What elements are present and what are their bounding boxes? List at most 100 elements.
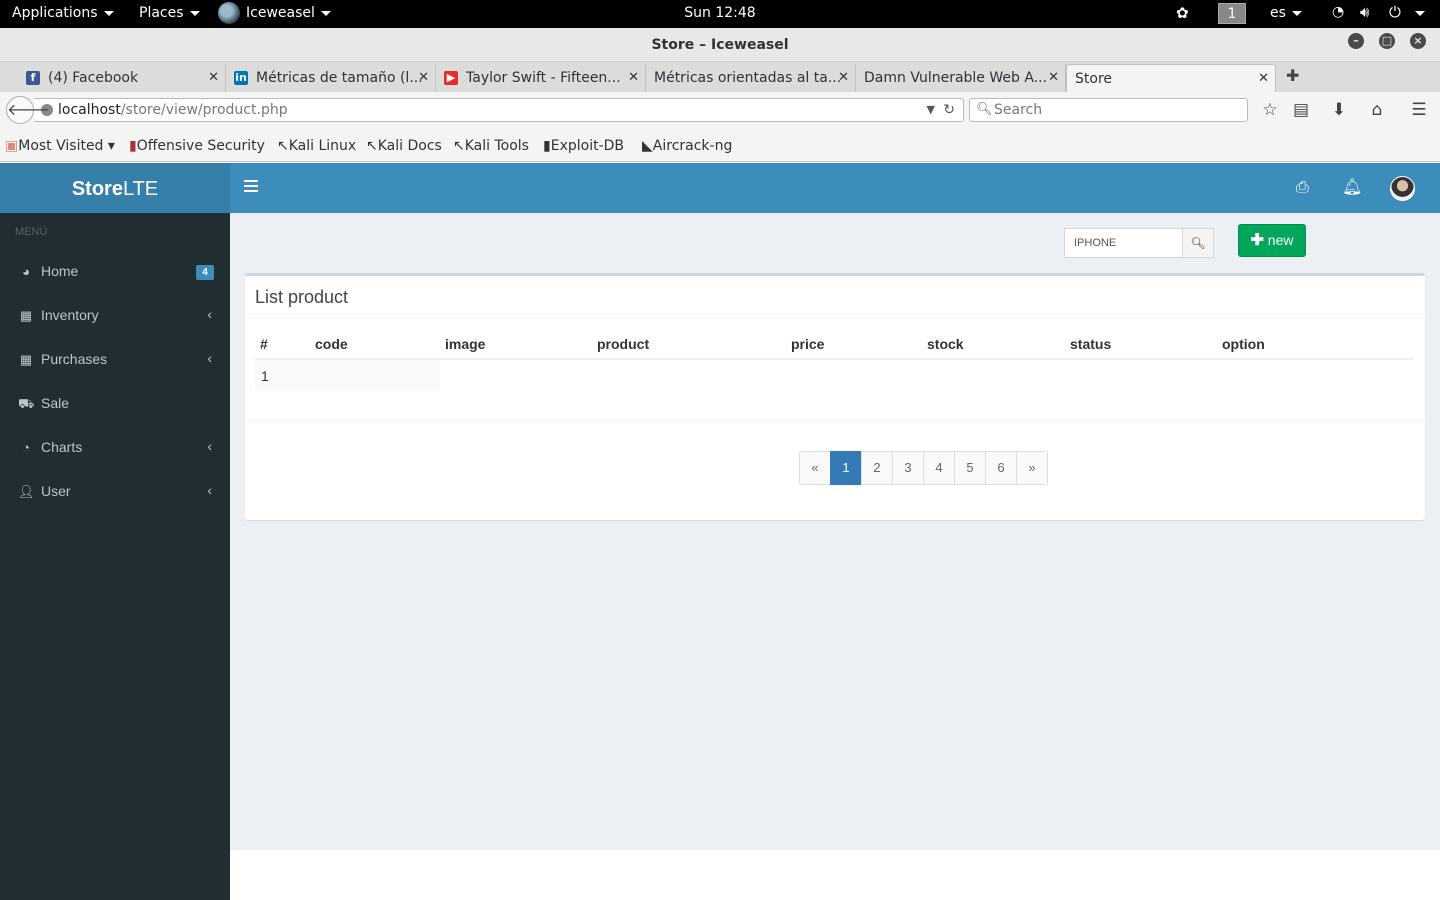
tab-store[interactable]: Store ✕ xyxy=(1066,64,1276,92)
pagination-page[interactable]: 4 xyxy=(923,451,955,485)
bookmark-kali-docs[interactable]: ↖Kali Docs xyxy=(366,138,442,154)
bookmarks-toolbar: ▣Most Visited ▾ ▮Offensive Security ↖Kal… xyxy=(0,128,1440,162)
sidebar-item-label: Sale xyxy=(41,395,70,411)
bookmark-offensive-security[interactable]: ▮Offensive Security xyxy=(129,138,265,154)
power-icon[interactable]: ⏻ xyxy=(1389,3,1401,21)
sidebar-item-sale[interactable]: ⛟ Sale xyxy=(0,382,230,426)
url-path: /store/view/product.php xyxy=(120,102,288,118)
download-icon[interactable]: ⬇ xyxy=(1327,98,1351,122)
divider xyxy=(245,317,1425,318)
pagination-next[interactable]: » xyxy=(1016,451,1048,485)
home-icon[interactable]: ⌂ xyxy=(1365,98,1389,122)
app-logo[interactable]: StoreLTE xyxy=(0,163,230,213)
close-icon[interactable]: ✕ xyxy=(1048,70,1059,85)
sidebar-item-charts[interactable]: ◔ Charts ‹ xyxy=(0,426,230,470)
menu-icon[interactable]: ☰ xyxy=(1407,98,1431,122)
sidebar-toggle-icon[interactable] xyxy=(244,180,258,195)
column-header: image xyxy=(445,336,486,352)
pie-chart-icon: ◔ xyxy=(22,440,30,455)
sidebar-item-user[interactable]: 👤︎ User ‹ xyxy=(0,470,230,514)
new-product-button[interactable]: ✚ new xyxy=(1238,224,1306,257)
workspace-indicator[interactable]: 1 xyxy=(1218,3,1246,24)
bookmark-most-visited[interactable]: ▣Most Visited ▾ xyxy=(5,138,115,154)
language-label: es xyxy=(1270,5,1286,21)
pagination: « 1 2 3 4 5 6 » xyxy=(799,451,1048,485)
tab-youtube[interactable]: ▶ Taylor Swift - Fifteen... ✕ xyxy=(436,64,646,92)
pagination-page[interactable]: 2 xyxy=(861,451,893,485)
back-button[interactable]: 🡐 xyxy=(6,96,50,124)
minimize-button[interactable]: – xyxy=(1348,33,1364,49)
bookmark-kali-tools[interactable]: ↖Kali Tools xyxy=(453,138,529,154)
search-input[interactable]: 🔍︎ Search xyxy=(969,98,1248,122)
pagination-page[interactable]: 3 xyxy=(892,451,924,485)
volume-icon[interactable]: 🔊︎ xyxy=(1360,3,1369,21)
tab-facebook[interactable]: f (4) Facebook ✕ xyxy=(18,64,226,92)
close-icon[interactable]: ✕ xyxy=(628,70,639,85)
dashboard-icon: ◕ xyxy=(22,264,30,279)
sidebar-item-home[interactable]: ◕ Home 4 xyxy=(0,250,230,294)
grid-icon: ▦ xyxy=(19,308,33,323)
bookmark-kali-linux[interactable]: ↖Kali Linux xyxy=(277,138,356,154)
youtube-icon: ▶ xyxy=(444,71,458,85)
close-icon[interactable]: ✕ xyxy=(838,70,849,85)
plus-icon: ✚ xyxy=(1250,232,1264,249)
notifications-bell-icon[interactable]: 🔔︎ xyxy=(1342,177,1362,196)
product-search-button[interactable]: 🔍︎ xyxy=(1182,228,1214,258)
url-dropdown-icon[interactable]: ▼ xyxy=(927,99,935,121)
search-placeholder: Search xyxy=(994,102,1043,118)
new-tab-button[interactable]: ✚ xyxy=(1286,66,1299,85)
close-window-button[interactable]: × xyxy=(1410,33,1426,49)
user-avatar[interactable] xyxy=(1390,176,1415,201)
navigation-toolbar: localhost/store/view/product.php ▼ ↻ 🡐 🔍… xyxy=(0,92,1440,128)
chevron-down-icon[interactable] xyxy=(1415,11,1425,16)
close-icon[interactable]: ✕ xyxy=(418,70,429,85)
url-host: localhost xyxy=(58,102,121,118)
tab-dvwa[interactable]: Damn Vulnerable Web A... ✕ xyxy=(856,64,1066,92)
bookmark-exploit-db[interactable]: ▮Exploit-DB xyxy=(543,138,624,154)
home-count-badge: 4 xyxy=(196,265,214,280)
sidebar-item-purchases[interactable]: ▦ Purchases ‹ xyxy=(0,338,230,382)
close-icon[interactable]: ✕ xyxy=(1258,71,1269,86)
window-title: Store – Iceweasel xyxy=(651,37,789,53)
tab-metricas-orientadas[interactable]: Métricas orientadas al ta... ✕ xyxy=(646,64,856,92)
pagination-page[interactable]: 1 xyxy=(830,451,862,485)
tab-label: Taylor Swift - Fifteen... xyxy=(466,70,621,86)
accessibility-icon[interactable]: ✿ xyxy=(1176,4,1189,22)
pagination-page[interactable]: 6 xyxy=(985,451,1017,485)
pagination-prev[interactable]: « xyxy=(799,451,831,485)
maximize-button[interactable]: □ xyxy=(1379,33,1395,49)
reload-icon[interactable]: ↻ xyxy=(943,99,955,121)
bookmark-star-icon[interactable]: ☆ xyxy=(1258,98,1282,122)
logo-rest: LTE xyxy=(122,178,159,200)
sidebar-item-label: Inventory xyxy=(41,307,99,323)
sidebar-item-label: Charts xyxy=(41,439,83,455)
bookmark-aircrack[interactable]: ◣Aircrack-ng xyxy=(642,138,732,154)
app-header: ⎙ 🔔︎ xyxy=(230,163,1440,213)
column-header: code xyxy=(315,336,348,352)
language-selector[interactable]: es xyxy=(1270,5,1302,21)
box-title: List product xyxy=(255,287,349,307)
close-icon[interactable]: ✕ xyxy=(208,70,219,85)
url-bar[interactable]: localhost/store/view/product.php ▼ ↻ xyxy=(34,98,964,122)
pagination-page[interactable]: 5 xyxy=(954,451,986,485)
exploit-db-icon: ▮ xyxy=(543,138,551,154)
sidebar-item-inventory[interactable]: ▦ Inventory ‹ xyxy=(0,294,230,338)
web-app: StoreLTE ⎙ 🔔︎ MENÚ ◕ Home 4 ▦ Inventory … xyxy=(0,163,1440,900)
wifi-icon[interactable]: ◔ xyxy=(1332,4,1344,20)
chevron-down-icon xyxy=(1291,10,1302,16)
reading-list-icon[interactable]: ▤ xyxy=(1289,98,1313,122)
bookmark-label: Kali Tools xyxy=(464,138,529,154)
chevron-left-icon: ‹ xyxy=(207,482,212,498)
column-header: product xyxy=(597,336,650,352)
system-top-bar: Applications Places Iceweasel Sun 12:48 … xyxy=(0,0,1440,28)
tab-metricas-tamano[interactable]: in Métricas de tamaño (l... ✕ xyxy=(226,64,436,92)
search-icon: 🔍︎ xyxy=(1190,236,1206,250)
aircrack-icon: ◣ xyxy=(642,138,653,154)
kali-dragon-icon: ↖ xyxy=(366,138,378,154)
tab-label: Métricas de tamaño (l... xyxy=(256,70,423,86)
bookmark-label: Exploit-DB xyxy=(550,138,625,154)
product-search-input[interactable]: IPHONE xyxy=(1064,228,1183,258)
print-icon[interactable]: ⎙ xyxy=(1296,177,1309,197)
cart-icon: ⛟ xyxy=(18,396,35,411)
tab-label: Métricas orientadas al ta... xyxy=(654,70,842,86)
